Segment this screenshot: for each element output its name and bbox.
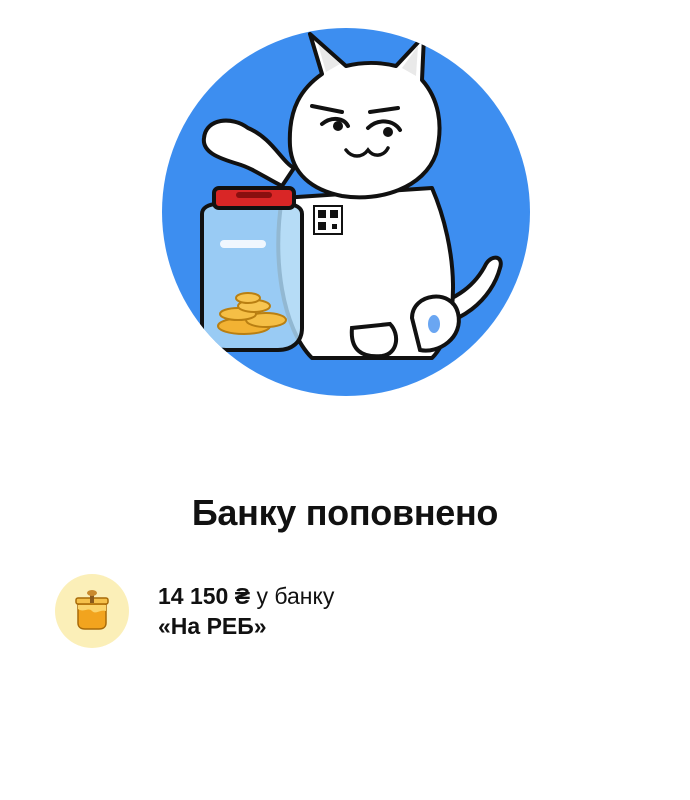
- deposit-amount: 14 150 ₴: [158, 583, 251, 609]
- jar-name: «На РЕБ»: [158, 613, 267, 639]
- jar-avatar: [55, 574, 129, 648]
- deposit-line: 14 150 ₴ у банку: [158, 581, 334, 611]
- cat-front-paw: [349, 321, 399, 359]
- deposit-target-prefix: у банку: [250, 583, 335, 609]
- page-title: Банку поповнено: [191, 492, 499, 533]
- honey-jar-icon: [75, 590, 109, 630]
- deposit-text: 14 150 ₴ у банку «На РЕБ»: [158, 581, 334, 641]
- coin-jar: [200, 186, 304, 352]
- cat-paw-spot: [428, 315, 440, 333]
- cat-jar-illustration: [162, 28, 530, 396]
- qr-tag: [313, 205, 343, 235]
- success-illustration: [162, 28, 530, 396]
- deposit-summary: 14 150 ₴ у банку «На РЕБ»: [55, 574, 334, 648]
